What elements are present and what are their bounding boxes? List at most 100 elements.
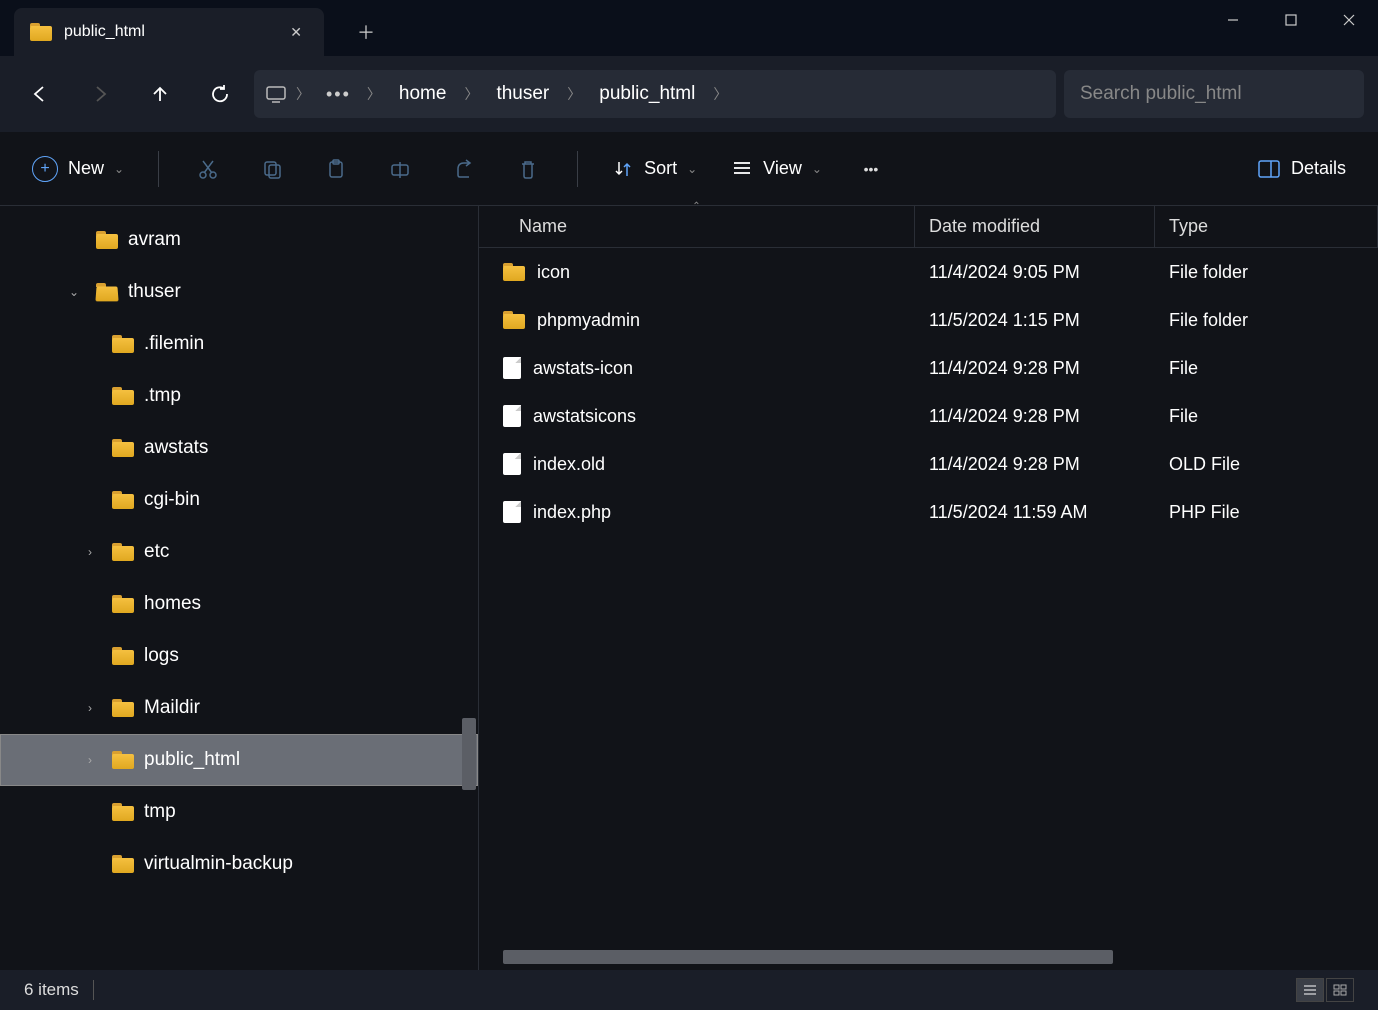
plus-icon: + bbox=[32, 156, 58, 182]
file-type: OLD File bbox=[1155, 454, 1378, 475]
file-row[interactable]: icon11/4/2024 9:05 PMFile folder bbox=[479, 248, 1378, 296]
folder-icon bbox=[112, 595, 134, 613]
this-pc-icon[interactable] bbox=[264, 84, 288, 104]
file-row[interactable]: phpmyadmin11/5/2024 1:15 PMFile folder bbox=[479, 296, 1378, 344]
chevron-right-icon[interactable]: 〉 bbox=[563, 84, 585, 104]
tree-item-virtualmin-backup[interactable]: virtualmin-backup bbox=[0, 838, 478, 890]
chevron-right-icon[interactable]: 〉 bbox=[460, 84, 482, 104]
file-list[interactable]: icon11/4/2024 9:05 PMFile folderphpmyadm… bbox=[479, 248, 1378, 536]
tree-item-label: thuser bbox=[128, 281, 181, 303]
details-pane-button[interactable]: Details bbox=[1249, 152, 1354, 185]
copy-button[interactable] bbox=[249, 149, 295, 189]
divider bbox=[158, 151, 159, 187]
file-type: File bbox=[1155, 358, 1378, 379]
chevron-right-icon[interactable]: 〉 bbox=[709, 84, 731, 104]
file-row[interactable]: index.php 11/5/2024 11:59 AMPHP File bbox=[479, 488, 1378, 536]
tree-item-label: avram bbox=[128, 229, 181, 251]
tree-item-homes[interactable]: homes bbox=[0, 578, 478, 630]
paste-button[interactable] bbox=[313, 149, 359, 189]
folder-icon bbox=[112, 387, 134, 405]
tree-item-label: tmp bbox=[144, 801, 176, 823]
window-controls bbox=[1204, 0, 1378, 40]
file-type: PHP File bbox=[1155, 502, 1378, 523]
minimize-button[interactable] bbox=[1204, 0, 1262, 40]
search-input[interactable]: Search public_html bbox=[1064, 70, 1364, 118]
folder-icon bbox=[112, 439, 134, 457]
tree-item-label: Maildir bbox=[144, 697, 200, 719]
view-button[interactable]: View ⌄ bbox=[723, 152, 830, 186]
file-date: 11/4/2024 9:28 PM bbox=[915, 406, 1155, 427]
breadcrumb-segment[interactable]: thuser bbox=[486, 79, 559, 109]
breadcrumb[interactable]: 〉 ••• 〉 home 〉 thuser 〉 public_html 〉 bbox=[254, 70, 1056, 118]
file-row[interactable]: awstats-icon11/4/2024 9:28 PMFile bbox=[479, 344, 1378, 392]
window-tab[interactable]: public_html ✕ bbox=[14, 8, 324, 56]
tree-item--filemin[interactable]: .filemin bbox=[0, 318, 478, 370]
maximize-button[interactable] bbox=[1262, 0, 1320, 40]
column-header-date[interactable]: Date modified bbox=[915, 206, 1155, 247]
tree-item-tmp[interactable]: tmp bbox=[0, 786, 478, 838]
tree-item-public-html[interactable]: ›public_html bbox=[0, 734, 478, 786]
details-view-button[interactable] bbox=[1296, 978, 1324, 1002]
view-mode-switcher bbox=[1296, 978, 1354, 1002]
chevron-right-icon[interactable]: 〉 bbox=[292, 84, 314, 104]
chevron-right-icon[interactable]: 〉 bbox=[363, 84, 385, 104]
file-row[interactable]: awstatsicons11/4/2024 9:28 PMFile bbox=[479, 392, 1378, 440]
folder-icon bbox=[96, 283, 118, 301]
tree-item-logs[interactable]: logs bbox=[0, 630, 478, 682]
forward-button[interactable] bbox=[74, 70, 126, 118]
file-name: index.old bbox=[533, 454, 605, 475]
tree-item-thuser[interactable]: ⌄ thuser bbox=[0, 266, 478, 318]
chevron-right-icon[interactable]: › bbox=[78, 701, 102, 715]
chevron-right-icon[interactable]: › bbox=[78, 545, 102, 559]
column-headers: Name ⌃ Date modified Type bbox=[479, 206, 1378, 248]
folder-icon bbox=[112, 491, 134, 509]
tree-item-label: cgi-bin bbox=[144, 489, 200, 511]
rename-button[interactable] bbox=[377, 149, 423, 189]
tree-scrollbar-thumb[interactable] bbox=[462, 718, 476, 790]
tree-item-etc[interactable]: ›etc bbox=[0, 526, 478, 578]
folder-icon bbox=[503, 311, 525, 329]
tree-item-label: virtualmin-backup bbox=[144, 853, 293, 875]
tree-item-cgi-bin[interactable]: cgi-bin bbox=[0, 474, 478, 526]
more-button[interactable]: ••• bbox=[848, 149, 894, 189]
cut-button[interactable] bbox=[185, 149, 231, 189]
folder-icon bbox=[30, 23, 52, 41]
share-button[interactable] bbox=[441, 149, 487, 189]
breadcrumb-segment[interactable]: public_html bbox=[589, 79, 705, 109]
icons-view-button[interactable] bbox=[1326, 978, 1354, 1002]
chevron-down-icon[interactable]: ⌄ bbox=[62, 285, 86, 299]
delete-button[interactable] bbox=[505, 149, 551, 189]
folder-icon bbox=[112, 751, 134, 769]
column-header-type[interactable]: Type bbox=[1155, 206, 1378, 247]
new-tab-button[interactable]: ＋ bbox=[346, 12, 386, 52]
view-icon bbox=[731, 158, 753, 180]
tree-item-maildir[interactable]: › Maildir bbox=[0, 682, 478, 734]
tree-item--tmp[interactable]: .tmp bbox=[0, 370, 478, 422]
up-button[interactable] bbox=[134, 70, 186, 118]
file-name: awstatsicons bbox=[533, 406, 636, 427]
refresh-button[interactable] bbox=[194, 70, 246, 118]
divider bbox=[93, 980, 94, 1000]
column-header-name[interactable]: Name ⌃ bbox=[479, 206, 915, 247]
folder-icon bbox=[112, 543, 134, 561]
close-window-button[interactable] bbox=[1320, 0, 1378, 40]
file-type: File folder bbox=[1155, 310, 1378, 331]
chevron-right-icon[interactable]: › bbox=[78, 753, 102, 767]
tree-item-awstats[interactable]: awstats bbox=[0, 422, 478, 474]
back-button[interactable] bbox=[14, 70, 66, 118]
sort-button[interactable]: Sort ⌄ bbox=[604, 152, 705, 186]
close-tab-button[interactable]: ✕ bbox=[284, 18, 308, 47]
file-date: 11/5/2024 11:59 AM bbox=[915, 502, 1155, 523]
breadcrumb-overflow[interactable]: ••• bbox=[318, 84, 359, 105]
horizontal-scrollbar-thumb[interactable] bbox=[503, 950, 1113, 964]
address-bar: 〉 ••• 〉 home 〉 thuser 〉 public_html 〉 Se… bbox=[0, 56, 1378, 132]
breadcrumb-segment[interactable]: home bbox=[389, 79, 457, 109]
file-name: index.php bbox=[533, 502, 611, 523]
status-bar: 6 items bbox=[0, 970, 1378, 1010]
file-row[interactable]: index.old11/4/2024 9:28 PMOLD File bbox=[479, 440, 1378, 488]
tree-item-avram[interactable]: avram bbox=[0, 214, 478, 266]
new-button[interactable]: + New ⌄ bbox=[24, 150, 132, 188]
navigation-tree[interactable]: avram ⌄ thuser .filemin.tmpawstats cgi-bin ›e… bbox=[0, 206, 478, 970]
divider bbox=[577, 151, 578, 187]
file-list-pane: Name ⌃ Date modified Type icon11/4/2024 … bbox=[478, 206, 1378, 970]
